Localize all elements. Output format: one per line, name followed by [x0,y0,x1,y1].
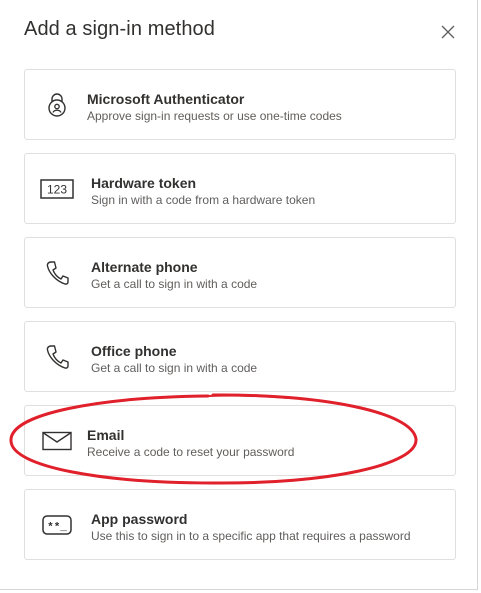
phone-icon [39,342,75,372]
dialog-title: Add a sign-in method [24,18,216,40]
method-name: Microsoft Authenticator [87,91,245,107]
authenticator-lock-icon [39,90,75,120]
sign-in-method-list: Microsoft Authenticator Approve sign-in … [24,69,456,573]
method-description: Get a call to sign in with a code [91,277,258,291]
method-name: Hardware token [91,175,197,191]
method-email[interactable]: Email Receive a code to reset your passw… [24,405,456,476]
close-icon [441,25,455,39]
hardware-token-icon: 123 [39,174,75,204]
hardware-token-icon-text: 123 [47,183,67,197]
method-alternate-phone[interactable]: Alternate phone Get a call to sign in wi… [24,237,456,308]
method-description: Sign in with a code from a hardware toke… [91,193,316,207]
method-hardware-token[interactable]: 123 Hardware token Sign in with a code f… [24,153,456,224]
method-name: Office phone [91,343,177,359]
close-button[interactable] [436,20,460,44]
method-description: Get a call to sign in with a code [91,361,258,375]
method-description: Receive a code to reset your password [87,445,295,459]
app-password-icon-text: **_ [47,522,67,534]
method-description: Approve sign-in requests or use one-time… [87,109,342,123]
method-name: Email [87,427,125,443]
method-name: Alternate phone [91,259,198,275]
method-app-password[interactable]: **_ App password Use this to sign in to … [24,489,456,560]
method-name: App password [91,511,188,527]
method-description: Use this to sign in to a specific app th… [91,529,411,543]
method-microsoft-authenticator[interactable]: Microsoft Authenticator Approve sign-in … [24,69,456,140]
method-office-phone[interactable]: Office phone Get a call to sign in with … [24,321,456,392]
add-sign-in-method-dialog: Add a sign-in method Microsoft Authentic… [0,0,478,590]
envelope-icon [39,426,75,456]
app-password-icon: **_ [39,510,75,540]
phone-icon [39,258,75,288]
